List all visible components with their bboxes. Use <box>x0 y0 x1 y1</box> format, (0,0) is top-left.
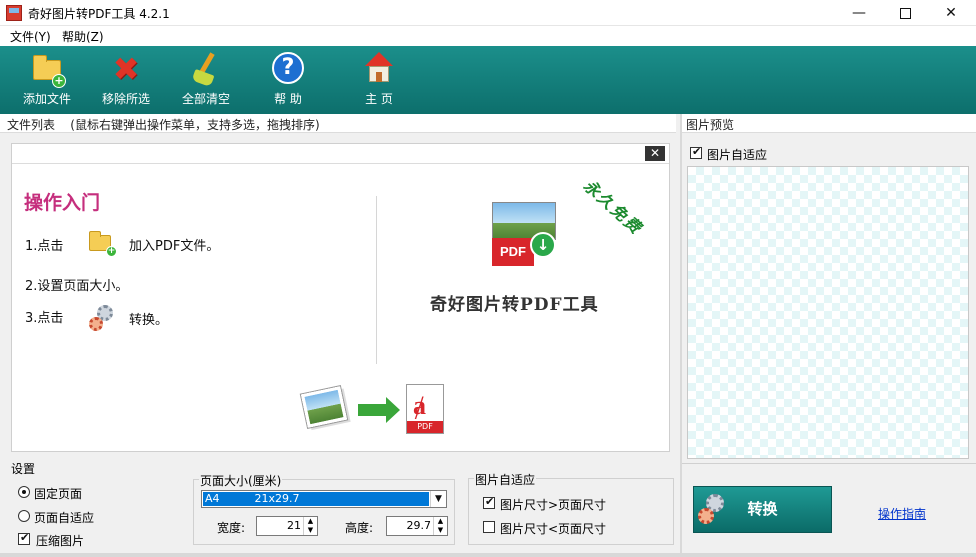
toolbar: + 添加文件 ✖ 移除所选 全部清空 ? 帮 助 主 页 <box>0 46 976 114</box>
fit-page-radio[interactable] <box>18 510 30 522</box>
arrow-right-icon <box>358 397 400 423</box>
add-file-button[interactable]: + 添加文件 <box>7 52 87 110</box>
pdf-document-icon: ⱥ PDF <box>406 384 444 434</box>
file-list-header: 文件列表 (鼠标右键弹出操作菜单，支持多选，拖拽排序) <box>0 114 676 133</box>
chevron-down-icon[interactable]: ▼ <box>430 491 446 507</box>
help-icon: ? <box>271 52 305 86</box>
step1-prefix: 1.点击 <box>25 239 64 254</box>
maximize-icon <box>899 7 911 19</box>
width-stepper[interactable]: 21 ▲ ▼ <box>256 516 318 536</box>
gears-icon <box>698 494 730 526</box>
width-spin-buttons[interactable]: ▲ ▼ <box>303 517 317 535</box>
fixed-page-label: 固定页面 <box>34 487 83 501</box>
add-folder-icon: + <box>30 52 66 88</box>
intro-close-button[interactable]: ✕ <box>645 146 665 161</box>
img-lt-page-checkbox[interactable] <box>483 521 495 533</box>
intro-divider <box>376 196 377 364</box>
preview-fit-checkbox[interactable] <box>690 145 702 159</box>
free-stamp: 永久免费 <box>579 175 647 239</box>
pdf-logo-icon: PDF ↓ <box>492 202 558 268</box>
preview-header: 图片预览 <box>682 114 976 133</box>
app-icon <box>6 5 22 21</box>
remove-selected-button[interactable]: ✖ 移除所选 <box>86 52 166 110</box>
fixed-page-radio[interactable] <box>18 486 30 498</box>
step3-suffix: 转换。 <box>129 313 169 328</box>
home-icon <box>362 52 396 86</box>
title-bar: 奇好图片转PDF工具 4.2.1 — ✕ <box>0 0 976 26</box>
maximize-button[interactable] <box>882 0 928 26</box>
img-gt-page-label: 图片尺寸>页面尺寸 <box>500 498 607 512</box>
convert-button[interactable]: 转换 <box>693 486 832 533</box>
window-title: 奇好图片转PDF工具 4.2.1 <box>28 7 170 21</box>
home-label: 主 页 <box>365 92 393 106</box>
add-folder-icon-small: + <box>89 229 117 257</box>
page-size-label: 页面大小(厘米) <box>199 472 283 489</box>
help-button[interactable]: ? 帮 助 <box>248 52 328 110</box>
guide-link[interactable]: 操作指南 <box>878 505 926 522</box>
intro-panel: ✕ 操作入门 1.点击 + 加入PDF文件。 2.设置页面大小。 3.点击 转换… <box>11 143 670 452</box>
page-size-select[interactable]: A4 21x29.7 ▼ <box>201 490 447 508</box>
height-stepper[interactable]: 29.7 ▲ ▼ <box>386 516 448 536</box>
compress-label: 压缩图片 <box>36 534 85 548</box>
image-preview <box>687 166 969 459</box>
image-to-pdf-illustration: ⱥ PDF <box>300 382 450 438</box>
img-gt-page-checkbox[interactable] <box>483 495 495 509</box>
width-label: 宽度: <box>217 521 246 535</box>
compress-checkbox[interactable] <box>18 531 30 545</box>
step3-prefix: 3.点击 <box>25 311 64 326</box>
remove-selected-label: 移除所选 <box>101 92 150 106</box>
gears-icon <box>89 305 117 333</box>
minimize-button[interactable]: — <box>836 0 882 26</box>
width-value: 21 <box>287 519 301 532</box>
intro-topbar: ✕ <box>12 144 669 164</box>
menu-file[interactable]: 文件(Y) <box>10 28 51 45</box>
preview-fit-label: 图片自适应 <box>707 148 768 162</box>
intro-title: 操作入门 <box>24 192 101 214</box>
close-button[interactable]: ✕ <box>928 0 974 26</box>
step1-suffix: 加入PDF文件。 <box>129 239 220 254</box>
height-value: 29.7 <box>406 519 432 532</box>
page-size-value: A4 21x29.7 <box>203 492 429 506</box>
settings-group-label: 设置 <box>10 460 37 477</box>
remove-x-icon: ✖ <box>112 50 140 88</box>
menu-bar: 文件(Y) 帮助(Z) <box>0 26 976 46</box>
img-lt-page-label: 图片尺寸<页面尺寸 <box>500 522 607 536</box>
photo-icon <box>300 386 348 428</box>
step2-text: 2.设置页面大小。 <box>25 279 129 294</box>
convert-label: 转换 <box>747 500 778 518</box>
bottom-edge <box>0 553 976 557</box>
image-fit-group-label: 图片自适应 <box>474 471 537 488</box>
height-label: 高度: <box>345 521 374 535</box>
fit-page-label: 页面自适应 <box>34 511 95 525</box>
clear-all-label: 全部清空 <box>181 92 230 106</box>
add-file-label: 添加文件 <box>22 92 71 106</box>
help-label: 帮 助 <box>274 92 302 106</box>
brand-name: 奇好图片转PDF工具 <box>430 295 599 315</box>
broom-icon <box>189 52 223 88</box>
height-spin-buttons[interactable]: ▲ ▼ <box>433 517 447 535</box>
clear-all-button[interactable]: 全部清空 <box>166 52 246 110</box>
menu-help[interactable]: 帮助(Z) <box>62 28 104 45</box>
home-button[interactable]: 主 页 <box>339 52 419 110</box>
